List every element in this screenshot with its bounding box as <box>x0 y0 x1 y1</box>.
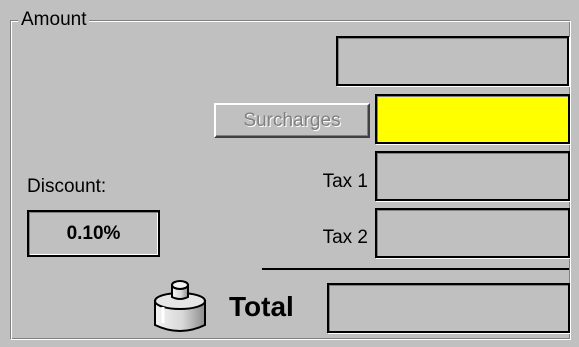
total-field[interactable] <box>327 283 570 333</box>
tax1-field[interactable] <box>375 151 570 201</box>
tax1-label: Tax 1 <box>322 171 368 192</box>
discount-label: Discount: <box>27 176 107 197</box>
weight-icon <box>154 280 206 332</box>
discount-value[interactable]: 0.10% <box>27 210 160 257</box>
amount-group-title: Amount <box>18 9 90 31</box>
tax2-field[interactable] <box>375 208 570 258</box>
surcharges-field[interactable] <box>375 94 570 144</box>
total-divider <box>262 268 569 270</box>
surcharges-button[interactable]: Surcharges <box>214 103 370 138</box>
tax2-label: Tax 2 <box>322 227 368 248</box>
total-label: Total <box>229 291 294 322</box>
amount-field[interactable] <box>336 36 569 86</box>
